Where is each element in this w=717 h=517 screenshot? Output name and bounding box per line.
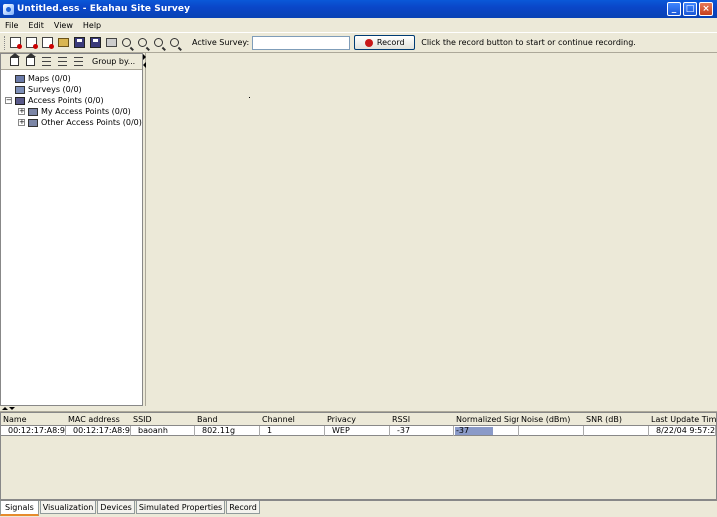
project-tree-panel: Group by... Maps (0/0) Surveys (0/0) − A…: [0, 53, 143, 406]
expand-icon[interactable]: [58, 57, 67, 66]
column-snr[interactable]: SNR (dB): [584, 415, 649, 424]
tab-simulated-properties[interactable]: Simulated Properties: [135, 501, 226, 514]
column-name[interactable]: Name: [1, 415, 66, 424]
group-by-button[interactable]: Group by...: [92, 57, 135, 66]
column-normalized-signal[interactable]: Normalized Signa...: [454, 415, 519, 424]
table-header: Name MAC address SSID Band Channel Priva…: [1, 413, 716, 425]
close-button[interactable]: ×: [699, 2, 713, 16]
unlock-icon[interactable]: [26, 53, 36, 66]
splitter-right-arrow-icon[interactable]: [143, 54, 146, 60]
expand-toggle-icon[interactable]: +: [18, 108, 25, 115]
expand-toggle-icon[interactable]: +: [18, 119, 25, 126]
column-privacy[interactable]: Privacy: [325, 415, 390, 424]
vertical-splitter[interactable]: [143, 53, 146, 406]
tree-toolbar: Group by...: [1, 53, 142, 70]
project-tree: Maps (0/0) Surveys (0/0) − Access Points…: [1, 70, 142, 128]
active-survey-label: Active Survey:: [192, 38, 250, 47]
cell-noise: [519, 426, 584, 436]
new-survey-icon[interactable]: [26, 37, 38, 49]
cell-name: 00:12:17:A8:97...: [1, 426, 66, 436]
cell-normalized-signal: -37: [454, 426, 519, 436]
table-row[interactable]: 00:12:17:A8:97... 00:12:17:A8:97... baoa…: [1, 425, 716, 436]
survey-icon: [15, 85, 25, 94]
tree-item-maps[interactable]: Maps (0/0): [5, 73, 142, 84]
zoom-out-icon[interactable]: [154, 38, 163, 47]
collapse-icon[interactable]: [42, 57, 51, 66]
zoom-in-icon[interactable]: [138, 38, 147, 47]
column-mac-address[interactable]: MAC address: [66, 415, 131, 424]
window-controls: _ □ ×: [667, 2, 713, 16]
cell-privacy: WEP: [325, 426, 390, 436]
cell-channel: 1: [260, 426, 325, 436]
folder-icon: [28, 118, 38, 127]
splitter-left-arrow-icon[interactable]: [143, 62, 146, 68]
zoom-icon[interactable]: [122, 38, 131, 47]
collapse-toggle-icon[interactable]: −: [5, 97, 12, 104]
bottom-tabs: Signals Visualization Devices Simulated …: [0, 500, 717, 517]
column-channel[interactable]: Channel: [260, 415, 325, 424]
save-icon[interactable]: [74, 37, 85, 48]
record-button-label: Record: [376, 38, 405, 47]
splitter-up-arrow-icon[interactable]: [2, 407, 8, 410]
column-noise[interactable]: Noise (dBm): [519, 415, 584, 424]
cell-last-update-time: 8/22/04 9:57:2...: [649, 426, 716, 436]
record-icon: [364, 38, 373, 47]
folder-icon: [28, 107, 38, 116]
column-ssid[interactable]: SSID: [131, 415, 195, 424]
title-bar: Untitled.ess - Ekahau Site Survey _ □ ×: [0, 0, 717, 18]
menu-help[interactable]: Help: [78, 21, 106, 30]
cell-snr: [584, 426, 649, 436]
toolbar-grip[interactable]: [4, 35, 7, 50]
print-icon[interactable]: [106, 38, 117, 47]
menu-file[interactable]: File: [0, 21, 23, 30]
main-toolbar: Active Survey: Record Click the record b…: [0, 32, 717, 53]
splitter-down-arrow-icon[interactable]: [9, 407, 15, 410]
column-band[interactable]: Band: [195, 415, 260, 424]
zoom-fit-icon[interactable]: [170, 38, 179, 47]
tree-item-my-access-points[interactable]: + My Access Points (0/0): [5, 106, 142, 117]
cell-rssi: -37: [390, 426, 454, 436]
app-icon: [3, 3, 14, 15]
minimize-button[interactable]: _: [667, 2, 681, 16]
window-title: Untitled.ess - Ekahau Site Survey: [17, 4, 191, 14]
access-point-icon: [15, 96, 25, 105]
delete-item-icon[interactable]: [42, 37, 54, 49]
menu-edit[interactable]: Edit: [23, 21, 49, 30]
column-rssi[interactable]: RSSI: [390, 415, 454, 424]
lock-icon[interactable]: [10, 53, 20, 66]
save-all-icon[interactable]: [90, 37, 101, 48]
signals-table: Name MAC address SSID Band Channel Priva…: [0, 412, 717, 500]
tab-record[interactable]: Record: [226, 501, 260, 514]
tree-item-other-access-points[interactable]: + Other Access Points (0/0): [5, 117, 142, 128]
map-icon: [15, 74, 25, 83]
map-canvas[interactable]: [147, 53, 717, 406]
menu-bar: File Edit View Help: [0, 18, 717, 32]
menu-view[interactable]: View: [49, 21, 78, 30]
normalized-signal-value: -37: [456, 426, 470, 435]
active-survey-input[interactable]: [252, 35, 351, 50]
tree-item-surveys[interactable]: Surveys (0/0): [5, 84, 142, 95]
tab-signals[interactable]: Signals: [0, 501, 39, 516]
new-map-icon[interactable]: [10, 37, 22, 49]
record-button[interactable]: Record: [354, 35, 416, 50]
record-hint: Click the record button to start or cont…: [421, 38, 636, 47]
tree-item-access-points[interactable]: − Access Points (0/0): [5, 95, 142, 106]
open-folder-icon[interactable]: [58, 38, 69, 47]
column-last-update-time[interactable]: Last Update Time: [649, 415, 716, 424]
cell-mac-address: 00:12:17:A8:97...: [66, 426, 131, 436]
cell-ssid: baoanh: [131, 426, 195, 436]
maximize-button[interactable]: □: [683, 2, 697, 16]
tab-devices[interactable]: Devices: [97, 501, 135, 514]
tab-visualization[interactable]: Visualization: [39, 501, 97, 514]
cell-band: 802.11g: [195, 426, 260, 436]
list-icon[interactable]: [74, 57, 83, 66]
canvas-marker: [249, 97, 250, 98]
